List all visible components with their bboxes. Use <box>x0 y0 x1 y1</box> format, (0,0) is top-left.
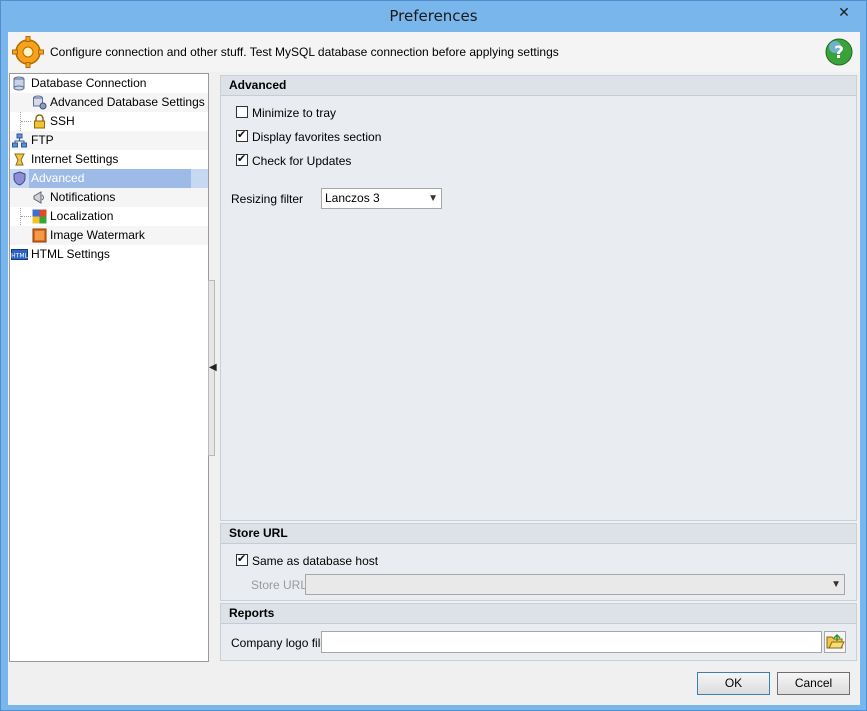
advanced-panel-title: Advanced <box>221 76 856 96</box>
reports-panel-title: Reports <box>221 604 856 624</box>
window-title: Preferences <box>389 7 478 25</box>
resizing-filter-label: Resizing filter <box>231 192 304 206</box>
chevron-down-icon: ▼ <box>831 579 841 590</box>
tree-item-label: HTML Settings <box>31 247 110 261</box>
megaphone-icon <box>33 191 44 204</box>
tree-item-html-settings[interactable]: HTML HTML Settings <box>10 245 208 264</box>
tree-item-image-watermark[interactable]: Image Watermark <box>10 226 208 245</box>
store-url-label: Store URL <box>251 578 308 592</box>
open-folder-icon[interactable] <box>824 631 846 653</box>
company-logo-input[interactable] <box>321 631 822 653</box>
header-description: Configure connection and other stuff. Te… <box>50 45 559 59</box>
advanced-panel: Advanced Minimize to tray Display favori… <box>220 75 857 521</box>
header-strip: Configure connection and other stuff. Te… <box>8 32 860 72</box>
tree-item-label: Advanced <box>29 169 191 188</box>
resizing-filter-value: Lanczos 3 <box>325 191 380 205</box>
close-button[interactable]: ✕ <box>830 1 858 23</box>
html-icon: HTML <box>11 249 28 260</box>
collapse-arrow-icon[interactable]: ◀ <box>209 362 217 373</box>
tree-item-label: Image Watermark <box>50 228 145 242</box>
tree-item-localization[interactable]: Localization <box>10 207 208 226</box>
same-as-host-label[interactable]: Same as database host <box>252 554 378 568</box>
display-favorites-checkbox[interactable] <box>236 128 248 142</box>
help-icon[interactable]: ? <box>824 37 854 67</box>
internet-icon <box>14 153 25 166</box>
tree-item-label: SSH <box>50 114 75 128</box>
network-icon <box>12 133 27 148</box>
resizing-filter-select[interactable]: Lanczos 3 ▼ <box>321 188 442 209</box>
tree-item-internet-settings[interactable]: Internet Settings <box>10 150 208 169</box>
svg-text:?: ? <box>834 43 844 63</box>
display-favorites-label[interactable]: Display favorites section <box>252 130 381 144</box>
tree-item-label: Internet Settings <box>31 152 119 166</box>
gear-icon <box>12 36 44 68</box>
tree-item-database-connection[interactable]: Database Connection <box>10 74 208 93</box>
minimize-to-tray-checkbox[interactable] <box>236 106 248 118</box>
reports-panel: Reports Company logo file <box>220 603 857 661</box>
check-updates-checkbox[interactable] <box>236 152 248 166</box>
minimize-to-tray-label[interactable]: Minimize to tray <box>252 106 336 120</box>
store-url-panel: Store URL Same as database host Store UR… <box>220 523 857 601</box>
database-settings-icon <box>33 95 47 110</box>
flags-icon <box>32 209 47 224</box>
ok-button[interactable]: OK <box>697 672 770 695</box>
tree-item-label: FTP <box>31 133 54 147</box>
tree-item-label: Advanced Database Settings <box>50 95 205 109</box>
tree-item-label: Localization <box>50 209 114 223</box>
tree-item-ftp[interactable]: FTP <box>10 131 208 150</box>
database-icon <box>13 76 25 91</box>
tree-item-advanced[interactable]: Advanced <box>10 169 208 188</box>
dialog-client-area: Configure connection and other stuff. Te… <box>8 32 860 705</box>
preferences-window: Preferences ✕ Configure connection and o… <box>0 0 867 711</box>
tree-item-ssh[interactable]: SSH <box>10 112 208 131</box>
cancel-button[interactable]: Cancel <box>777 672 850 695</box>
tree-item-notifications[interactable]: Notifications <box>10 188 208 207</box>
shield-icon <box>13 171 26 186</box>
store-url-panel-title: Store URL <box>221 524 856 544</box>
store-url-select[interactable]: ▼ <box>305 574 845 595</box>
chevron-down-icon: ▼ <box>428 193 438 204</box>
image-icon <box>32 228 47 243</box>
lock-icon <box>34 114 45 129</box>
tree-item-advanced-database-settings[interactable]: Advanced Database Settings <box>10 93 208 112</box>
company-logo-label: Company logo file <box>231 636 328 650</box>
tree-item-label: Notifications <box>50 190 116 204</box>
tree-item-label: Database Connection <box>31 76 147 90</box>
check-updates-label[interactable]: Check for Updates <box>252 154 351 168</box>
settings-tree[interactable]: Database Connection Advanced Database Se… <box>9 73 209 662</box>
svg-text:HTML: HTML <box>11 253 28 260</box>
same-as-host-checkbox[interactable] <box>236 552 248 566</box>
